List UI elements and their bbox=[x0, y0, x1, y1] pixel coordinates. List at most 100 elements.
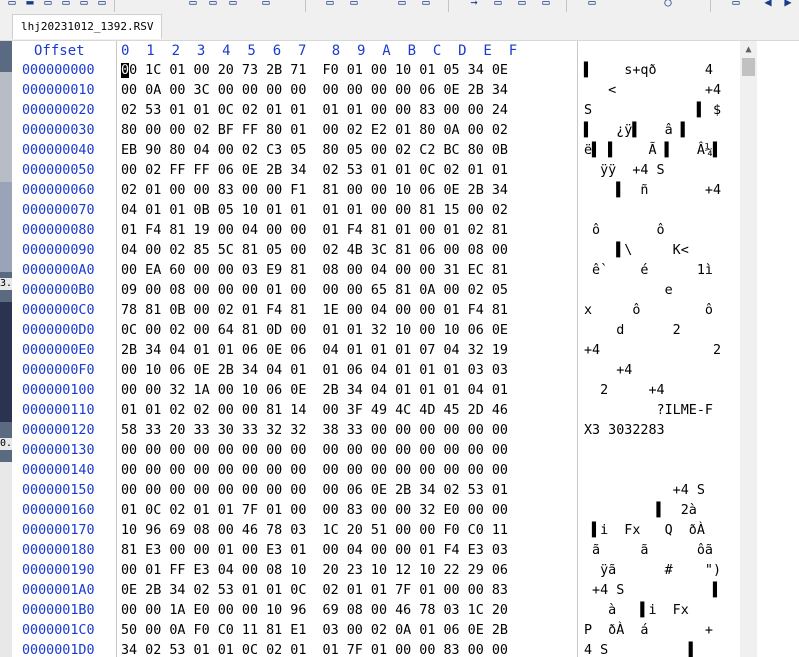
print-preview-icon[interactable]: ▭ bbox=[58, 0, 74, 10]
open-icon[interactable]: ▭ bbox=[4, 0, 20, 10]
row-hex-bytes[interactable]: 78 81 0B 00 02 01 F4 81 1E 00 04 00 00 0… bbox=[121, 301, 508, 321]
row-hex-bytes[interactable]: 80 00 00 02 BF FF 80 01 00 02 E2 01 80 0… bbox=[121, 121, 508, 141]
hex-row[interactable]: 0000001C0 50 00 0A F0 C0 11 81 E1 03 00 0… bbox=[12, 621, 740, 641]
hex-row[interactable]: 0000000B0 09 00 08 00 00 00 01 00 00 00 6… bbox=[12, 281, 740, 301]
play-icon[interactable]: ◀ bbox=[760, 0, 776, 10]
row-ascii[interactable]: 2 +4 bbox=[584, 381, 713, 401]
cut-icon[interactable]: ▭ bbox=[94, 0, 110, 10]
hex-row[interactable]: 000000030 80 00 00 02 BF FF 80 01 00 02 E… bbox=[12, 121, 740, 141]
vertical-scrollbar[interactable]: ▲ bbox=[740, 41, 757, 657]
hex-row[interactable]: 000000110 01 01 02 02 00 00 81 14 00 3F 4… bbox=[12, 401, 740, 421]
hex-row[interactable]: 000000000 00 1C 01 00 20 73 2B 71 F0 01 0… bbox=[12, 61, 740, 81]
hex-row[interactable]: 0000000F0 00 10 06 0E 2B 34 04 01 01 06 0… bbox=[12, 361, 740, 381]
binary-icon[interactable]: ▭ bbox=[225, 0, 241, 10]
ascii-icon[interactable]: ▭ bbox=[538, 0, 554, 10]
hex-row[interactable]: 000000050 00 02 FF FF 06 0E 2B 34 02 53 0… bbox=[12, 161, 740, 181]
view-icon[interactable]: ▭ bbox=[514, 0, 530, 10]
print-setup-icon[interactable]: ▭ bbox=[76, 0, 92, 10]
row-ascii[interactable]: ▌i Fx Q ðÀ bbox=[584, 521, 713, 541]
row-ascii[interactable]: ê` é 1ì bbox=[584, 261, 721, 281]
row-hex-bytes[interactable]: 81 E3 00 00 01 00 E3 01 00 04 00 00 01 F… bbox=[121, 541, 508, 561]
row-ascii[interactable]: +4 S bbox=[584, 481, 713, 501]
search-icon[interactable]: ○ bbox=[660, 0, 676, 10]
row-hex-bytes[interactable]: 50 00 0A F0 C0 11 81 E1 03 00 02 0A 01 0… bbox=[121, 621, 508, 641]
row-ascii[interactable]: < +4 bbox=[584, 81, 721, 101]
row-ascii[interactable]: e bbox=[584, 281, 713, 301]
row-ascii[interactable]: ▌\ K< bbox=[584, 241, 721, 261]
row-ascii[interactable]: ô ô bbox=[584, 221, 713, 241]
hex-row[interactable]: 000000070 04 01 01 0B 05 10 01 01 01 01 0… bbox=[12, 201, 740, 221]
row-hex-bytes[interactable]: 00 0A 00 3C 00 00 00 00 00 00 00 00 06 0… bbox=[121, 81, 508, 101]
row-hex-bytes[interactable]: 01 F4 81 19 00 04 00 00 01 F4 81 01 00 0… bbox=[121, 221, 508, 241]
row-ascii[interactable]: P ðÀ á + bbox=[584, 621, 713, 641]
row-hex-bytes[interactable]: 00 00 32 1A 00 10 06 0E 2B 34 04 01 01 0… bbox=[121, 381, 508, 401]
row-ascii[interactable]: ã ã ôã bbox=[584, 541, 721, 561]
row-ascii[interactable]: ÿÿ +4 S bbox=[584, 161, 721, 181]
find-next-icon[interactable]: ▭ bbox=[346, 0, 362, 10]
goto-icon[interactable]: ▭ bbox=[394, 0, 410, 10]
row-hex-bytes[interactable]: 00 00 00 00 00 00 00 00 00 00 00 00 00 0… bbox=[121, 441, 508, 461]
print-icon[interactable]: ▭ bbox=[40, 0, 56, 10]
copy-icon[interactable]: ▭ bbox=[185, 0, 201, 10]
hex-row[interactable]: 000000170 10 96 69 08 00 46 78 03 1C 20 5… bbox=[12, 521, 740, 541]
row-hex-bytes[interactable]: 02 53 01 01 0C 02 01 01 01 01 00 00 83 0… bbox=[121, 101, 508, 121]
scroll-up-icon[interactable]: ▲ bbox=[740, 41, 757, 58]
row-hex-bytes[interactable]: 04 01 01 0B 05 10 01 01 01 01 00 00 81 1… bbox=[121, 201, 508, 221]
hex-row[interactable]: 000000130 00 00 00 00 00 00 00 00 00 00 0… bbox=[12, 441, 740, 461]
hex-editor[interactable]: Offset 0 1 2 3 4 5 6 7 8 9 A B C D E F 0… bbox=[12, 41, 799, 657]
row-ascii[interactable]: ë▌ ▌ Ã ▌ Â¼▌ bbox=[584, 141, 721, 161]
hex-row[interactable]: 000000120 58 33 20 33 30 33 32 32 38 33 0… bbox=[12, 421, 740, 441]
file-tab[interactable]: lhj20231012_1392.RSV bbox=[12, 14, 163, 39]
replace-hex-icon[interactable]: ▭ bbox=[322, 0, 338, 10]
row-hex-bytes[interactable]: 01 01 02 02 00 00 81 14 00 3F 49 4C 4D 4… bbox=[121, 401, 508, 421]
row-ascii[interactable]: +4 S ▌ bbox=[584, 581, 721, 601]
row-hex-bytes[interactable]: 00 00 1A E0 00 00 10 96 69 08 00 46 78 0… bbox=[121, 601, 508, 621]
hex-row[interactable]: 000000080 01 F4 81 19 00 04 00 00 01 F4 8… bbox=[12, 221, 740, 241]
row-hex-bytes[interactable]: 00 1C 01 00 20 73 2B 71 F0 01 00 10 01 0… bbox=[121, 61, 508, 81]
hex-row[interactable]: 0000000C0 78 81 0B 00 02 01 F4 81 1E 00 0… bbox=[12, 301, 740, 321]
compare-icon[interactable]: ▭ bbox=[584, 0, 600, 10]
row-ascii[interactable]: ▌ s+qð 4 bbox=[584, 61, 721, 81]
find-hex-icon[interactable]: ▭ bbox=[258, 0, 274, 10]
hex-rows[interactable]: 000000000 00 1C 01 00 20 73 2B 71 F0 01 0… bbox=[12, 61, 740, 657]
hex-row[interactable]: 000000060 02 01 00 00 83 00 00 F1 81 00 0… bbox=[12, 181, 740, 201]
row-ascii[interactable]: à ▌i Fx bbox=[584, 601, 713, 621]
row-hex-bytes[interactable]: 00 00 00 00 00 00 00 00 00 00 00 00 00 0… bbox=[121, 461, 508, 481]
row-ascii[interactable]: ▌ ¿ÿ▌ â ▌ bbox=[584, 121, 713, 141]
hex-row[interactable]: 0000001A0 0E 2B 34 02 53 01 01 0C 02 01 0… bbox=[12, 581, 740, 601]
row-ascii[interactable]: d 2 bbox=[584, 321, 721, 341]
forward-icon[interactable]: → bbox=[466, 0, 482, 10]
row-hex-bytes[interactable]: 10 96 69 08 00 46 78 03 1C 20 51 00 00 F… bbox=[121, 521, 508, 541]
row-ascii[interactable]: X3 3032283 bbox=[584, 421, 713, 441]
row-hex-bytes[interactable]: 0E 2B 34 02 53 01 01 0C 02 01 01 7F 01 0… bbox=[121, 581, 508, 601]
back-icon[interactable]: ▭ bbox=[418, 0, 434, 10]
row-ascii[interactable] bbox=[584, 461, 713, 481]
hex-row[interactable]: 000000010 00 0A 00 3C 00 00 00 00 00 00 0… bbox=[12, 81, 740, 101]
hex-row[interactable]: 000000180 81 E3 00 00 01 00 E3 01 00 04 0… bbox=[12, 541, 740, 561]
row-hex-bytes[interactable]: 58 33 20 33 30 33 32 32 38 33 00 00 00 0… bbox=[121, 421, 508, 441]
hex-row[interactable]: 000000160 01 0C 02 01 01 7F 01 00 00 83 0… bbox=[12, 501, 740, 521]
scrollbar-thumb[interactable] bbox=[742, 58, 755, 76]
row-ascii[interactable]: x ô ô bbox=[584, 301, 721, 321]
row-ascii[interactable] bbox=[584, 201, 713, 221]
row-hex-bytes[interactable]: 2B 34 04 01 01 06 0E 06 04 01 01 01 07 0… bbox=[121, 341, 508, 361]
row-ascii[interactable]: ÿã # ") bbox=[584, 561, 729, 581]
hex-row[interactable]: 0000001B0 00 00 1A E0 00 00 10 96 69 08 0… bbox=[12, 601, 740, 621]
row-ascii[interactable]: ?ILME-F bbox=[584, 401, 713, 421]
hex-row[interactable]: 000000140 00 00 00 00 00 00 00 00 00 00 0… bbox=[12, 461, 740, 481]
row-hex-bytes[interactable]: 00 10 06 0E 2B 34 04 01 01 06 04 01 01 0… bbox=[121, 361, 508, 381]
row-hex-bytes[interactable]: 02 01 00 00 83 00 00 F1 81 00 00 10 06 0… bbox=[121, 181, 508, 201]
row-hex-bytes[interactable]: 04 00 02 85 5C 81 05 00 02 4B 3C 81 06 0… bbox=[121, 241, 508, 261]
window-icon[interactable]: ▭ bbox=[728, 0, 744, 10]
row-hex-bytes[interactable]: EB 90 80 04 00 02 C3 05 80 05 00 02 C2 B… bbox=[121, 141, 508, 161]
row-ascii[interactable]: +4 2 bbox=[584, 341, 729, 361]
hex-row[interactable]: 000000150 00 00 00 00 00 00 00 00 00 06 0… bbox=[12, 481, 740, 501]
hex-row[interactable]: 000000020 02 53 01 01 0C 02 01 01 01 01 0… bbox=[12, 101, 740, 121]
row-hex-bytes[interactable]: 00 00 00 00 00 00 00 00 00 06 0E 2B 34 0… bbox=[121, 481, 508, 501]
row-hex-bytes[interactable]: 34 02 53 01 01 0C 02 01 01 7F 01 00 00 8… bbox=[121, 641, 508, 657]
row-ascii[interactable]: 4 S ▌ bbox=[584, 641, 713, 657]
row-hex-bytes[interactable]: 0C 00 02 00 64 81 0D 00 01 01 32 10 00 1… bbox=[121, 321, 508, 341]
hex-row[interactable]: 0000000D0 0C 00 02 00 64 81 0D 00 01 01 3… bbox=[12, 321, 740, 341]
row-ascii[interactable]: ▌ ñ +4 bbox=[584, 181, 721, 201]
row-ascii[interactable] bbox=[584, 441, 713, 461]
